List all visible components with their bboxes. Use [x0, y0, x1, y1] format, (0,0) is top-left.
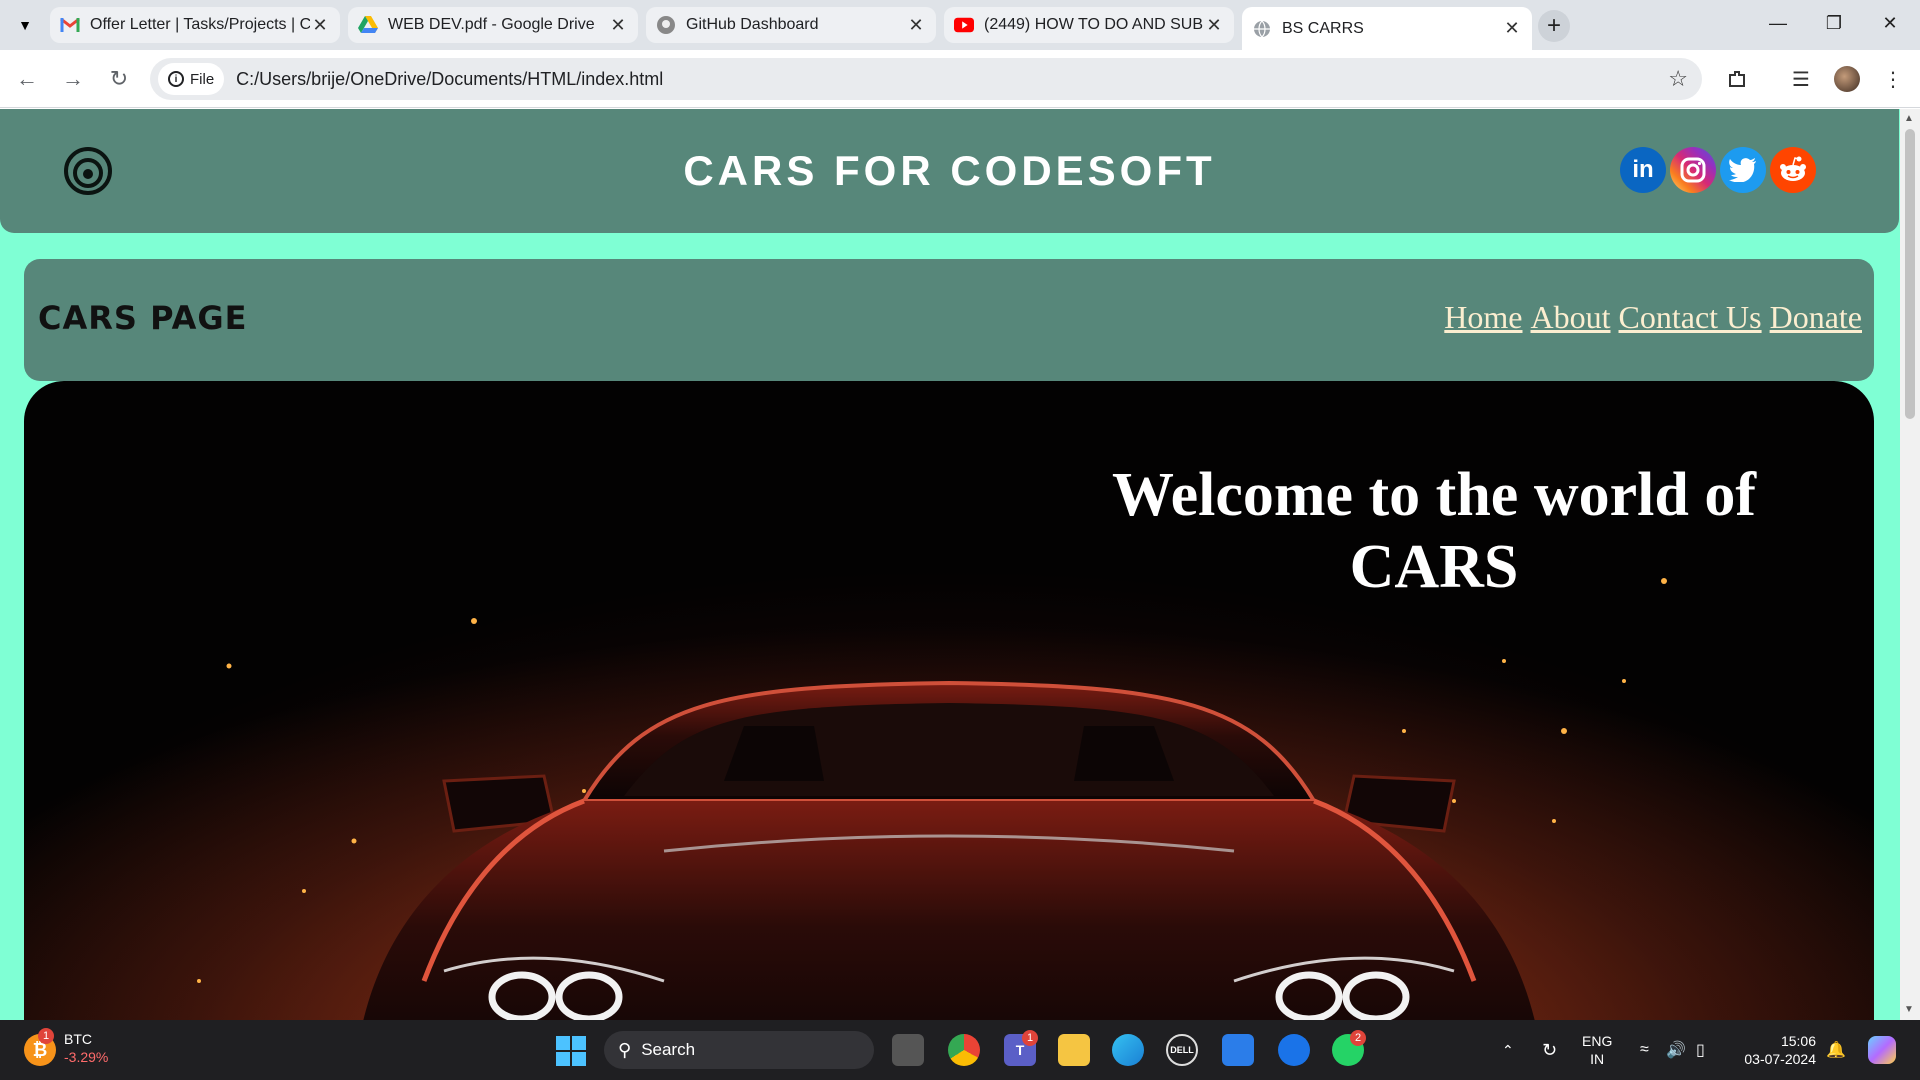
tab-title: Offer Letter | Tasks/Projects | Co [90, 16, 310, 33]
whatsapp-badge: 2 [1350, 1030, 1366, 1046]
clock-time: 15:06 [1780, 1033, 1816, 1049]
scroll-down-arrow-icon[interactable]: ▼ [1904, 1004, 1914, 1015]
new-tab-button[interactable]: + [1538, 10, 1570, 42]
scroll-up-arrow-icon[interactable]: ▲ [1904, 113, 1914, 124]
task-view-icon[interactable] [892, 1034, 924, 1066]
ticker-change: -3.29% [64, 1049, 109, 1065]
forward-arrow-icon[interactable]: → [58, 64, 88, 94]
copilot-icon[interactable] [1868, 1020, 1896, 1080]
windows-start-icon[interactable] [556, 1036, 586, 1066]
scheme-label: File [190, 70, 215, 88]
reload-icon[interactable]: ↻ [104, 64, 134, 94]
github-icon [656, 15, 676, 35]
app-icon[interactable] [1278, 1034, 1310, 1066]
sync-icon[interactable]: ↻ [1542, 1020, 1557, 1080]
hero-heading: Welcome to the world of CARS [1112, 461, 1756, 601]
scrollbar-thumb[interactable] [1905, 129, 1915, 419]
tab-search-button[interactable]: ▼ [12, 12, 38, 38]
nav-link-donate[interactable]: Donate [1770, 299, 1862, 336]
nav-link-about[interactable]: About [1531, 299, 1611, 336]
google-drive-icon [358, 15, 378, 35]
profile-avatar[interactable] [1834, 66, 1860, 92]
site-title: CARS FOR CODESOFT [683, 147, 1216, 194]
language-code: ENG [1582, 1033, 1613, 1049]
search-label: Search [641, 1040, 696, 1059]
tab-offer-letter[interactable]: Offer Letter | Tasks/Projects | Co ✕ [50, 7, 340, 43]
nav-links: Home About Contact Us Donate [1444, 299, 1862, 336]
bookmark-star-icon[interactable]: ☆ [1668, 66, 1688, 92]
tab-bs-carrs[interactable]: BS CARRS ✕ [1242, 7, 1532, 50]
dell-icon[interactable]: DELL [1166, 1034, 1198, 1066]
close-icon[interactable]: ✕ [1204, 15, 1224, 35]
youtube-icon [954, 15, 974, 35]
tab-title: (2449) HOW TO DO AND SUBM [984, 16, 1204, 33]
instagram-icon[interactable] [1670, 147, 1716, 193]
wifi-icon[interactable]: ≈ [1640, 1020, 1649, 1080]
site-header: CARS FOR CODESOFT in [0, 109, 1899, 233]
browser-toolbar: ← → ↻ i File C:/Users/brije/OneDrive/Doc… [0, 50, 1920, 108]
address-bar[interactable]: i File C:/Users/brije/OneDrive/Documents… [150, 58, 1702, 100]
close-window-icon[interactable]: ✕ [1862, 0, 1918, 46]
windows-taskbar: ₿ 1 BTC -3.29% ⚲ Search T 1 DELL 2 ⌃ ↻ E… [0, 1020, 1920, 1080]
clock-date: 03-07-2024 [1744, 1051, 1816, 1067]
edge-icon[interactable] [1112, 1034, 1144, 1066]
tab-strip: ▼ Offer Letter | Tasks/Projects | Co ✕ W… [0, 0, 1920, 50]
menu-kebab-icon[interactable]: ⋮ [1878, 64, 1908, 94]
tab-title: WEB DEV.pdf - Google Drive [388, 16, 595, 33]
ticker-name: BTC [64, 1031, 92, 1047]
btc-badge: 1 [38, 1028, 54, 1044]
chevron-down-icon: ▼ [18, 17, 32, 33]
notification-bell-icon[interactable]: 🔔 [1826, 1020, 1846, 1080]
language-indicator[interactable]: ENG IN [1582, 1020, 1612, 1080]
globe-icon [1252, 19, 1272, 39]
close-icon[interactable]: ✕ [906, 15, 926, 35]
media-control-icon[interactable]: ☰ [1786, 64, 1816, 94]
file-explorer-icon[interactable] [1058, 1034, 1090, 1066]
info-icon: i [168, 71, 184, 87]
linkedin-icon[interactable]: in [1620, 147, 1666, 193]
chevron-up-icon[interactable]: ⌃ [1502, 1020, 1514, 1080]
hero-banner: Welcome to the world of CARS [24, 381, 1874, 1020]
extensions-icon[interactable] [1722, 64, 1752, 94]
linkedin-label: in [1632, 156, 1654, 183]
search-icon: ⚲ [618, 1039, 632, 1060]
microsoft-store-icon[interactable] [1222, 1034, 1254, 1066]
restore-icon[interactable]: ❐ [1806, 0, 1862, 46]
site-info-chip[interactable]: i File [158, 63, 225, 95]
tab-google-drive[interactable]: WEB DEV.pdf - Google Drive ✕ [348, 7, 638, 43]
stock-ticker[interactable]: BTC -3.29% [64, 1030, 108, 1066]
battery-icon[interactable]: ▯ [1696, 1020, 1705, 1080]
volume-icon[interactable]: 🔊 [1666, 1020, 1686, 1080]
back-arrow-icon[interactable]: ← [12, 64, 42, 94]
reddit-icon[interactable] [1770, 147, 1816, 193]
minimize-icon[interactable]: — [1750, 0, 1806, 46]
close-icon[interactable]: ✕ [1502, 18, 1522, 39]
url-text[interactable]: C:/Users/brije/OneDrive/Documents/HTML/i… [236, 69, 663, 90]
twitter-icon[interactable] [1720, 147, 1766, 193]
chrome-icon[interactable] [948, 1034, 980, 1066]
clock[interactable]: 15:06 03-07-2024 [1740, 1020, 1816, 1080]
page-viewport: CARS FOR CODESOFT in CARS PAGE Home Abou… [0, 109, 1900, 1020]
tab-title: GitHub Dashboard [686, 16, 819, 33]
gmail-icon [60, 15, 80, 35]
page-scrollbar[interactable]: ▲ ▼ [1900, 109, 1920, 1020]
region-code: IN [1590, 1051, 1605, 1067]
page-navbar: CARS PAGE Home About Contact Us Donate [24, 259, 1874, 381]
tab-github[interactable]: GitHub Dashboard ✕ [646, 7, 936, 43]
nav-link-home[interactable]: Home [1444, 299, 1522, 336]
tab-title: BS CARRS [1282, 19, 1364, 37]
tab-youtube[interactable]: (2449) HOW TO DO AND SUBM ✕ [944, 7, 1234, 43]
teams-badge: 1 [1022, 1030, 1038, 1046]
close-icon[interactable]: ✕ [310, 15, 330, 35]
close-icon[interactable]: ✕ [608, 15, 628, 35]
taskbar-search-box[interactable]: ⚲ Search [604, 1031, 874, 1069]
page-heading: CARS PAGE [38, 299, 248, 337]
nav-link-contact-us[interactable]: Contact Us [1619, 299, 1762, 336]
